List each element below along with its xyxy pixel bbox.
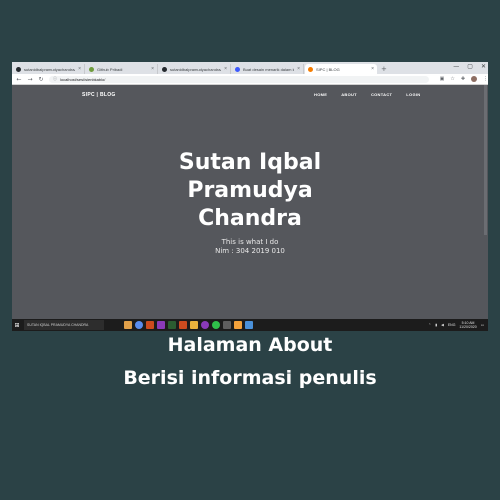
tab-label: sutanidbalpramudyachandra/tu (24, 66, 76, 72)
app-icon[interactable] (201, 321, 209, 329)
web-page: SIPC | BLOG HOME ABOUT CONTACT LOGIN Sut… (12, 85, 488, 319)
close-icon[interactable]: ✕ (481, 63, 486, 70)
puzzle-icon[interactable]: ✚ (461, 76, 465, 82)
tab-close-icon[interactable]: × (297, 66, 300, 72)
app-icon[interactable] (146, 321, 154, 329)
address-bar[interactable]: ⓘ localhost/sesi/sienbkablo/ (49, 75, 429, 83)
notification-icon[interactable]: ▭ (481, 323, 484, 327)
chrome-icon[interactable] (135, 321, 143, 329)
browser-tab[interactable]: sutanidbalpramudyachandra/tu × (159, 64, 231, 74)
site-favicon-icon (308, 66, 313, 72)
toolbar-icons: ▣ ☆ ✚ ⋮ (440, 76, 488, 82)
site-brand[interactable]: SIPC | BLOG (82, 92, 116, 98)
browser-tab[interactable]: Github Pribadi × (86, 64, 158, 74)
hero-tagline: This is what I do (221, 238, 279, 246)
scrollbar[interactable] (484, 85, 487, 235)
vlc-icon[interactable] (234, 321, 242, 329)
nav-home[interactable]: HOME (314, 92, 327, 97)
forward-arrow-icon[interactable]: → (27, 76, 33, 83)
tab-close-icon[interactable]: × (78, 66, 81, 72)
minimize-icon[interactable]: — (453, 63, 459, 70)
avatar[interactable] (471, 76, 478, 82)
tab-close-icon[interactable]: × (371, 66, 374, 72)
star-icon[interactable]: ☆ (450, 76, 454, 82)
extension-icon[interactable]: ▣ (440, 76, 445, 82)
hero-title-line: Chandra (198, 206, 302, 231)
nav-contact[interactable]: CONTACT (371, 92, 392, 97)
app-icon[interactable] (157, 321, 165, 329)
hero-nim: Nim : 304 2019 010 (215, 247, 285, 255)
menu-dots-icon[interactable]: ⋮ (483, 76, 488, 82)
tab-label: Buat desain menarik dalam kas (243, 66, 295, 72)
window-controls: — ▢ ✕ (453, 63, 486, 70)
hero-subtitle: This is what I do Nim : 304 2019 010 (12, 238, 488, 256)
clock-date: 11/20/2020 (459, 325, 477, 329)
whatsapp-icon[interactable] (212, 321, 220, 329)
taskbar-apps (124, 321, 253, 329)
hero-title-line: Sutan Iqbal (178, 150, 322, 175)
browser-tab[interactable]: sutanidbalpramudyachandra/tu × (13, 64, 85, 74)
tab-close-icon[interactable]: × (224, 66, 227, 72)
site-favicon-icon (89, 66, 94, 72)
app-icon[interactable] (168, 321, 176, 329)
tab-label: SIPC | BLOG (316, 66, 340, 72)
volume-icon[interactable]: ◀ (441, 323, 444, 327)
hero-title-line: Pramudya (187, 178, 313, 203)
info-icon[interactable]: ⓘ (53, 76, 57, 82)
browser-toolbar: ← → ↻ ⓘ localhost/sesi/sienbkablo/ ▣ ☆ ✚… (12, 74, 488, 85)
nav-about[interactable]: ABOUT (341, 92, 357, 97)
taskbar-search-text: SUTAN IQBAL PRAMUDYA CHANDRA (27, 323, 89, 327)
browser-tab-active[interactable]: SIPC | BLOG × (305, 64, 377, 74)
caption-subtitle: Berisi informasi penulis (123, 367, 377, 389)
clock[interactable]: 5:10 AM 11/20/2020 (459, 321, 476, 329)
reload-icon[interactable]: ↻ (38, 76, 44, 83)
address-text: localhost/sesi/sienbkablo/ (60, 76, 106, 82)
taskbar-search[interactable]: SUTAN IQBAL PRAMUDYA CHANDRA (24, 320, 104, 330)
github-favicon-icon (162, 66, 167, 72)
app-icon[interactable] (190, 321, 198, 329)
browser-tab-strip: sutanidbalpramudyachandra/tu × Github Pr… (12, 62, 488, 74)
caption-title: Halaman About (167, 334, 333, 356)
app-icon[interactable] (245, 321, 253, 329)
tray-language[interactable]: ENG (448, 323, 456, 327)
hero-title: Sutan Iqbal Pramudya Chandra (12, 149, 488, 233)
app-icon[interactable] (179, 321, 187, 329)
tab-close-icon[interactable]: × (151, 66, 154, 72)
screenshot-frame: sutanidbalpramudyachandra/tu × Github Pr… (12, 62, 488, 331)
canva-favicon-icon (235, 66, 240, 72)
github-favicon-icon (16, 66, 21, 72)
system-tray: ⌃ ▮ ◀ ENG 5:10 AM 11/20/2020 ▭ (428, 319, 484, 331)
file-explorer-icon[interactable] (124, 321, 132, 329)
back-arrow-icon[interactable]: ← (16, 76, 22, 83)
windows-taskbar: ⊞ SUTAN IQBAL PRAMUDYA CHANDRA ⌃ ▮ ◀ ENG… (12, 319, 488, 331)
maximize-icon[interactable]: ▢ (467, 63, 473, 70)
chevron-up-icon[interactable]: ⌃ (428, 323, 431, 327)
windows-start-icon[interactable]: ⊞ (12, 322, 22, 329)
nav-login[interactable]: LOGIN (406, 92, 420, 97)
tab-label: sutanidbalpramudyachandra/tu (170, 66, 222, 72)
browser-tab[interactable]: Buat desain menarik dalam kas × (232, 64, 304, 74)
tab-label: Github Pribadi (97, 66, 123, 72)
network-icon[interactable]: ▮ (435, 323, 437, 327)
app-icon[interactable] (223, 321, 231, 329)
site-nav: HOME ABOUT CONTACT LOGIN (314, 92, 420, 97)
new-tab-button[interactable]: + (381, 64, 387, 74)
